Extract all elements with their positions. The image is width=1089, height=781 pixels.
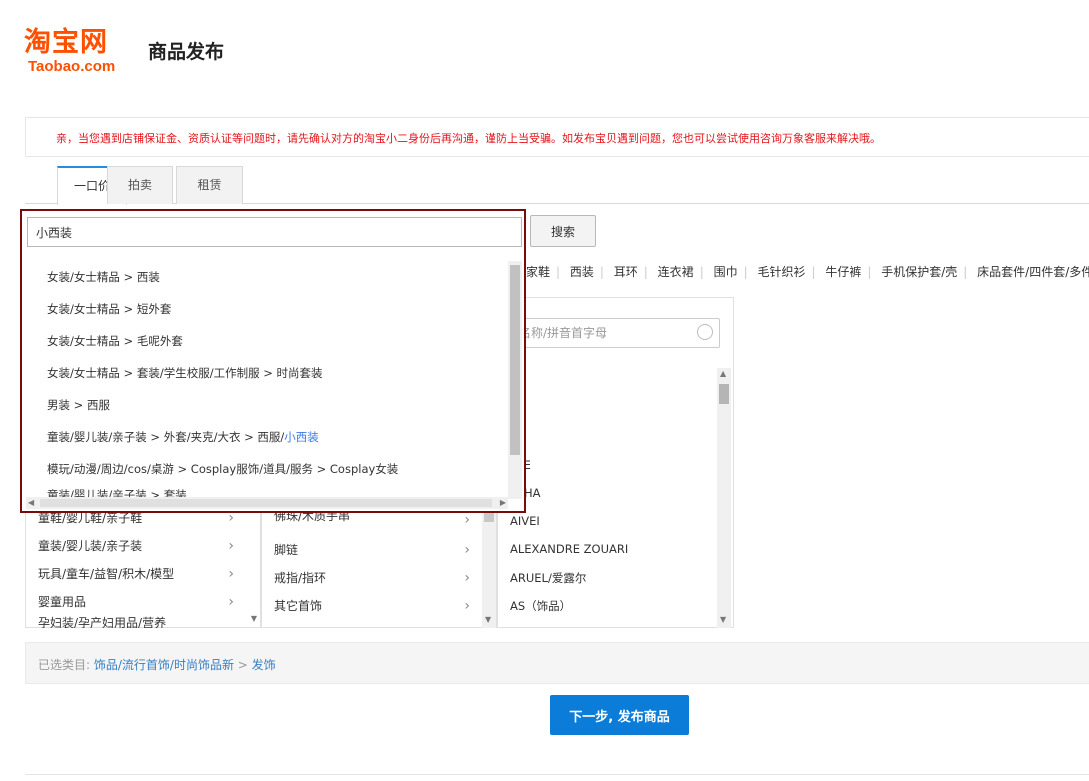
next-publish-button[interactable]: 下一步, 发布商品 — [550, 695, 689, 735]
publish-type-tabs: 一口价 拍卖 租赁 — [25, 166, 1089, 205]
category-label: 戒指/指环 — [274, 571, 327, 585]
selected-path-link[interactable]: 饰品/流行首饰/时尚饰品新 — [94, 658, 234, 672]
category-item[interactable]: 戒指/指环 › — [262, 564, 472, 592]
brand-item[interactable]: AIVEI — [510, 514, 540, 528]
hot-tag[interactable]: 手机保护套/壳 — [881, 265, 957, 279]
brand-item[interactable]: AS（饰品） — [510, 598, 571, 614]
chevron-right-icon: › — [228, 566, 234, 582]
chevron-right-icon: › — [464, 570, 470, 586]
hot-category-tags: 家鞋 | 西装 | 耳环 | 连衣裙 | 围巾 | 毛针织衫 | 牛仔裤 | 手机保护套/壳 |… — [526, 263, 1089, 280]
suggestion-text: 模玩/动漫/周边/cos/桌游 > Cosplay服饰/道具/服务 > Cosp… — [47, 462, 399, 476]
scrollbar-thumb[interactable] — [719, 384, 729, 404]
scroll-left-icon[interactable]: ◀ — [28, 497, 34, 509]
brand-search-placeholder: 名称/拼音首字母 — [519, 326, 608, 340]
scroll-up-icon[interactable]: ▲ — [720, 368, 726, 380]
brand-item[interactable]: ARUEL/爱露尔 — [510, 570, 586, 586]
category-search-dropdown: 女装/女士精品 > 西装 女装/女士精品 > 短外套 女装/女士精品 > 毛呢外… — [20, 209, 526, 513]
category-item[interactable]: 其它首饰 › — [262, 592, 472, 620]
page-title: 商品发布 — [148, 41, 225, 63]
category-label: 童鞋/婴儿鞋/亲子鞋 — [38, 511, 143, 525]
suggestion-highlight: 小西装 — [284, 430, 319, 444]
suggestion-item[interactable]: 女装/女士精品 > 西装 — [26, 261, 522, 293]
category-item[interactable]: 婴童用品 › — [26, 588, 236, 616]
scroll-down-icon[interactable]: ▼ — [720, 614, 726, 626]
divider: | — [599, 265, 604, 279]
hot-tag[interactable]: 耳环 — [614, 265, 638, 279]
chevron-right-icon: › — [464, 598, 470, 614]
scroll-down-icon[interactable]: ▼ — [485, 614, 491, 626]
divider: | — [867, 265, 872, 279]
search-icon[interactable] — [697, 324, 713, 340]
category-label: 孕妇装/孕产妇用品/营养 — [38, 616, 167, 628]
search-button[interactable]: 搜索 — [530, 215, 596, 247]
tab-auction[interactable]: 拍卖 — [107, 166, 173, 204]
divider: | — [643, 265, 648, 279]
suggestion-text: 男装 > 西服 — [47, 398, 110, 412]
divider: | — [743, 265, 748, 279]
suggestion-list: 女装/女士精品 > 西装 女装/女士精品 > 短外套 女装/女士精品 > 毛呢外… — [26, 253, 522, 498]
divider: | — [556, 265, 561, 279]
notice-banner: 亲，当您遇到店铺保证金、资质认证等问题时，请先确认对方的淘宝小二身份后再沟通，谨… — [25, 117, 1089, 157]
brand-column: 名称/拼音首字母 23 E ELE ATHA AIVEI ALEXANDRE Z… — [497, 297, 734, 628]
scrollbar[interactable]: ▼ — [482, 504, 496, 628]
hot-tag[interactable]: 围巾 — [714, 265, 738, 279]
category-item[interactable]: 童装/婴儿装/亲子装 › — [26, 532, 236, 560]
category-item[interactable]: 玩具/童车/益智/积木/模型 › — [26, 560, 236, 588]
suggestion-item[interactable]: 女装/女士精品 > 短外套 — [26, 293, 522, 325]
scrollbar[interactable]: ▲ ▼ — [717, 368, 731, 628]
hot-tag[interactable]: 床品套件/四件套/多件套 — [977, 265, 1089, 279]
suggestion-text: 女装/女士精品 > 西装 — [47, 270, 160, 284]
hot-tag[interactable]: 毛针织衫 — [757, 265, 805, 279]
scrollbar-thumb[interactable] — [40, 499, 492, 507]
category-label: 童装/婴儿装/亲子装 — [38, 539, 143, 553]
tab-rental[interactable]: 租赁 — [176, 166, 243, 204]
category-label: 玩具/童车/益智/积木/模型 — [38, 567, 175, 581]
scroll-down-icon[interactable]: ▼ — [251, 613, 257, 625]
category-label: 婴童用品 — [38, 595, 87, 609]
hot-tag[interactable]: 牛仔裤 — [825, 265, 861, 279]
scroll-right-icon[interactable]: ▶ — [500, 497, 506, 509]
path-separator: > — [233, 658, 252, 672]
category-search-input[interactable] — [27, 217, 522, 247]
suggestion-item[interactable]: 女装/女士精品 > 套装/学生校服/工作制服 > 时尚套装 — [26, 357, 522, 389]
category-label: 其它首饰 — [274, 599, 323, 613]
suggestion-text: 女装/女士精品 > 短外套 — [47, 302, 172, 316]
chevron-right-icon: › — [228, 538, 234, 554]
vertical-scrollbar[interactable] — [508, 261, 522, 499]
selected-prefix: 已选类目: — [38, 658, 91, 672]
hot-tag[interactable]: 连衣裙 — [658, 265, 694, 279]
suggestion-text: 女装/女士精品 > 毛呢外套 — [47, 334, 183, 348]
selected-category-bar: 已选类目: 饰品/流行首饰/时尚饰品新 > 发饰 — [25, 642, 1089, 684]
suggestion-text: 女装/女士精品 > 套装/学生校服/工作制服 > 时尚套装 — [47, 366, 323, 380]
suggestion-item[interactable]: 男装 > 西服 — [26, 389, 522, 421]
divider — [25, 774, 1089, 775]
hot-tag[interactable]: 西装 — [570, 265, 594, 279]
chevron-right-icon: › — [464, 512, 470, 526]
selected-leaf-link[interactable]: 发饰 — [252, 658, 276, 672]
logo-text-en: Taobao.com — [28, 58, 116, 75]
category-item[interactable]: 孕妇装/孕产妇用品/营养 — [26, 614, 236, 628]
suggestion-text: 童装/婴儿装/亲子装 > 外套/夹克/大衣 > 西服/ — [47, 430, 285, 444]
divider: | — [963, 265, 968, 279]
horizontal-scrollbar[interactable]: ◀ ▶ — [26, 497, 508, 509]
chevron-right-icon: › — [464, 542, 470, 558]
logo-text-cn: 淘宝网 — [24, 27, 108, 58]
suggestion-item[interactable]: 女装/女士精品 > 毛呢外套 — [26, 325, 522, 357]
suggestion-item[interactable]: 童装/婴儿装/亲子装 > 外套/夹克/大衣 > 西服/小西装 — [26, 421, 522, 453]
category-label: 脚链 — [274, 543, 299, 557]
brand-item[interactable]: ALEXANDRE ZOUARI — [510, 542, 628, 556]
brand-search-input[interactable]: 名称/拼音首字母 — [508, 318, 720, 348]
scrollbar-thumb[interactable] — [510, 265, 520, 455]
taobao-logo[interactable]: 淘宝网 Taobao.com — [24, 26, 144, 82]
suggestion-item[interactable]: 模玩/动漫/周边/cos/桌游 > Cosplay服饰/道具/服务 > Cosp… — [26, 453, 522, 485]
chevron-right-icon: › — [228, 594, 234, 610]
hot-tag[interactable]: 家鞋 — [526, 265, 550, 279]
divider: | — [811, 265, 816, 279]
divider: | — [699, 265, 704, 279]
category-item[interactable]: 脚链 › — [262, 536, 472, 564]
